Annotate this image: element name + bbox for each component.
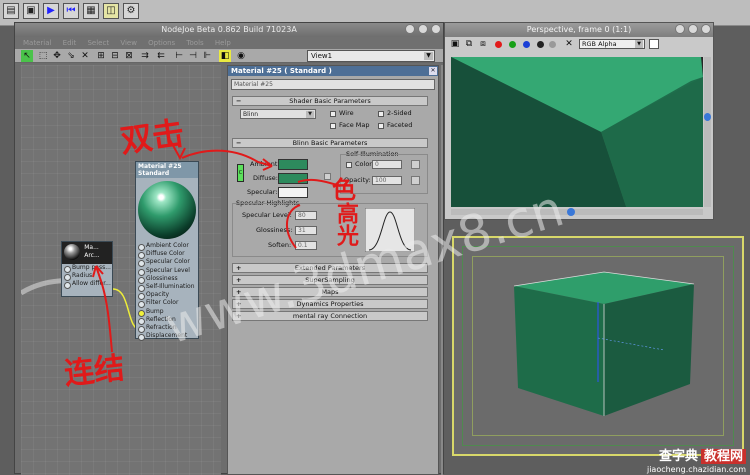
copy-icon[interactable]: ⧉ xyxy=(463,38,475,50)
red-channel-icon[interactable] xyxy=(495,41,502,48)
channel-select[interactable]: RGB Alpha ▼ xyxy=(579,39,645,49)
render-window-title: Perspective, frame 0 (1:1) xyxy=(526,25,632,34)
maximize-button[interactable] xyxy=(688,24,698,34)
annotation-arrow xyxy=(95,265,113,353)
green-channel-icon[interactable] xyxy=(509,41,516,48)
clear-icon[interactable]: ✕ xyxy=(563,38,575,50)
save-icon[interactable]: ▣ xyxy=(449,38,461,50)
clone-icon[interactable]: ⧈ xyxy=(477,38,489,50)
scroll-thumb[interactable] xyxy=(567,208,575,216)
chevron-down-icon: ▼ xyxy=(635,40,643,48)
annotation-color: 色 xyxy=(332,175,356,204)
alpha-channel-icon[interactable] xyxy=(537,41,544,48)
annotation-double-click: 双击 xyxy=(117,113,187,161)
mono-channel-icon[interactable] xyxy=(549,41,556,48)
annotation-connect: 连结 xyxy=(62,350,127,393)
viewport-cube xyxy=(513,271,695,416)
background-swatch[interactable] xyxy=(649,39,659,49)
blue-channel-icon[interactable] xyxy=(523,41,530,48)
vertical-scrollbar[interactable] xyxy=(704,57,711,207)
minimize-button[interactable] xyxy=(675,24,685,34)
annotation-arrow xyxy=(181,149,273,167)
scroll-thumb[interactable] xyxy=(704,113,711,121)
close-button[interactable] xyxy=(701,24,711,34)
render-frame-window: Perspective, frame 0 (1:1) ▣ ⧉ ⧈ ✕ RGB A… xyxy=(444,22,714,220)
watermark-brand: 查字典 教程网 xyxy=(659,445,746,464)
watermark-brand-tag: 教程网 xyxy=(700,449,746,464)
watermark-brand-name: 查字典 xyxy=(658,449,698,464)
watermark-url: jiaocheng.chazidian.com xyxy=(646,465,746,474)
annotation-bracket xyxy=(286,204,301,249)
render-toolbar: ▣ ⧉ ⧈ ✕ RGB Alpha ▼ xyxy=(445,37,713,51)
rendered-cube xyxy=(451,57,703,207)
rendered-image xyxy=(451,57,703,207)
render-title-bar: Perspective, frame 0 (1:1) xyxy=(445,23,713,37)
perspective-viewport[interactable] xyxy=(452,236,744,456)
channel-select-value: RGB Alpha xyxy=(582,40,617,48)
